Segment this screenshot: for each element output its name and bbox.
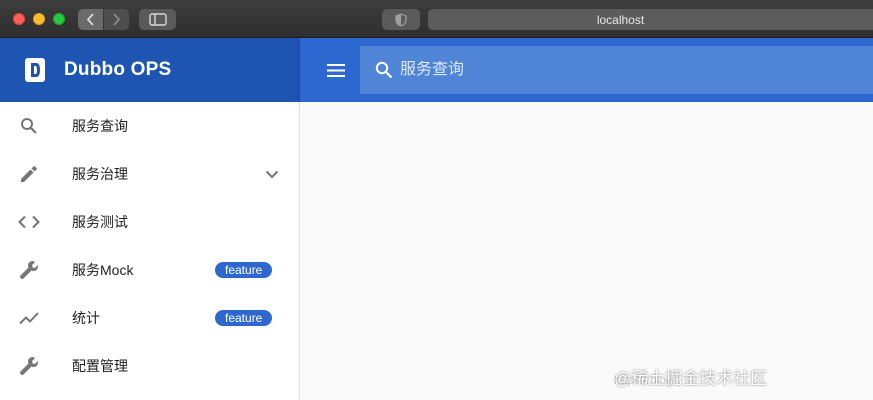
chevron-right-icon (113, 13, 121, 26)
search-input[interactable] (400, 61, 800, 79)
hamburger-menu-icon (327, 63, 345, 77)
minimize-window-button[interactable] (33, 13, 45, 25)
pencil-icon (17, 162, 41, 186)
code-icon (17, 210, 41, 234)
top-app-bar (300, 38, 873, 102)
search-icon (17, 114, 41, 138)
feature-badge: feature (215, 310, 273, 326)
sidebar-item-service-test[interactable]: 服务测试 (0, 198, 299, 246)
sidebar-nav: 服务查询 服务治理 服务测试 服务Mock feature 统计 feature (0, 102, 300, 400)
sidebar-item-service-search[interactable]: 服务查询 (0, 102, 299, 150)
chevron-down-icon[interactable] (260, 162, 284, 186)
address-bar[interactable]: localhost (428, 9, 873, 30)
menu-toggle-button[interactable] (324, 58, 348, 82)
sidebar-item-service-governance[interactable]: 服务治理 (0, 150, 299, 198)
sidebar-item-label: 服务治理 (72, 166, 128, 182)
browser-forward-button[interactable] (104, 9, 129, 30)
chevron-left-icon (86, 13, 94, 26)
sidebar-icon (148, 13, 167, 26)
browser-sidebar-button[interactable] (139, 9, 176, 30)
privacy-button[interactable] (382, 9, 420, 30)
watermark: @稀土掘金技术社区 (614, 369, 768, 388)
shield-icon (395, 12, 407, 27)
global-search[interactable] (360, 46, 873, 94)
browser-back-button[interactable] (78, 9, 103, 30)
sidebar-item-config-management[interactable]: 配置管理 (0, 342, 299, 390)
sidebar-item-label: 服务Mock (72, 262, 134, 278)
wrench-icon (17, 258, 41, 282)
trending-icon (17, 306, 41, 330)
sidebar-item-service-mock[interactable]: 服务Mock feature (0, 246, 299, 294)
main-content (300, 102, 873, 400)
sidebar-item-label: 配置管理 (72, 358, 128, 374)
search-icon (372, 58, 396, 82)
address-text: localhost (596, 12, 645, 27)
sidebar-item-label: 统计 (72, 310, 100, 326)
app-brand: Dubbo OPS (0, 38, 300, 102)
app-title: Dubbo OPS (64, 59, 172, 80)
feature-badge: feature (215, 262, 273, 278)
zoom-window-button[interactable] (53, 13, 65, 25)
wrench-icon (17, 354, 41, 378)
close-window-button[interactable] (13, 13, 25, 25)
sidebar-item-label: 服务测试 (72, 214, 128, 230)
sidebar-item-label: 服务查询 (72, 118, 128, 134)
sidebar-item-statistics[interactable]: 统计 feature (0, 294, 299, 342)
dubbo-logo-icon (24, 58, 46, 82)
browser-toolbar: localhost (0, 0, 873, 38)
